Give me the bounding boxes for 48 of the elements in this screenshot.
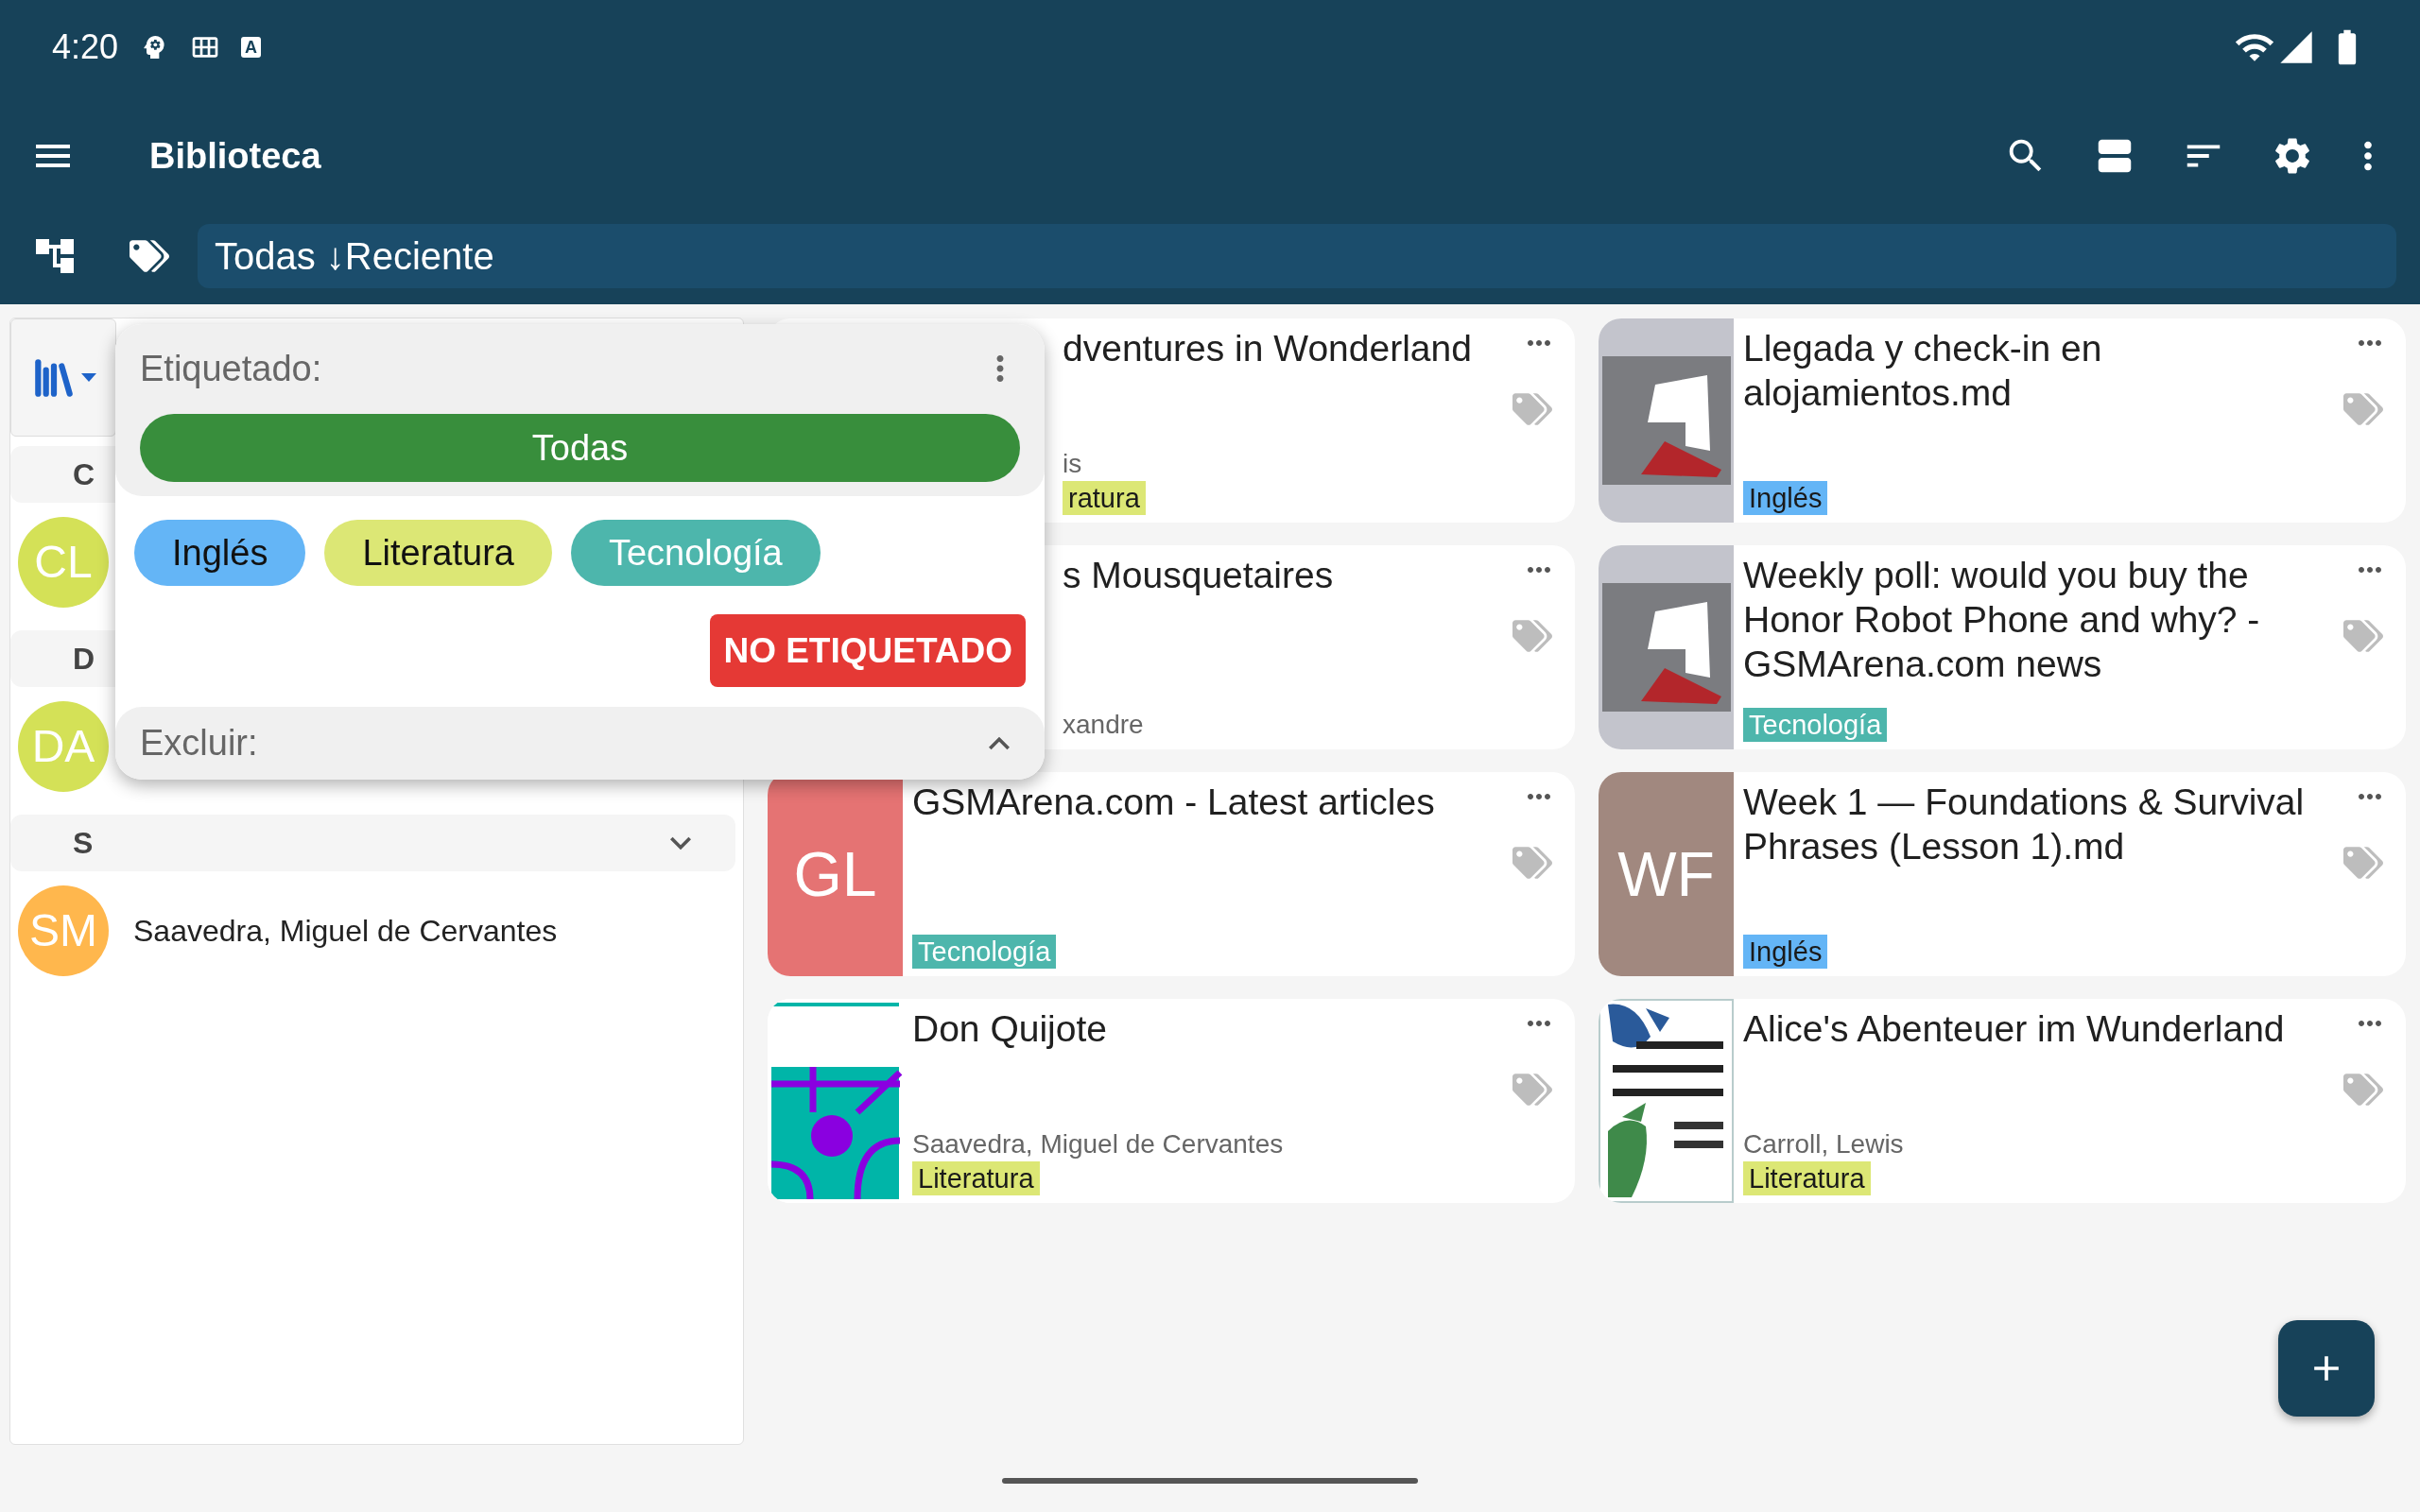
book-author: Saavedra, Miguel de Cervantes: [912, 1128, 1285, 1160]
section-letter: S: [73, 825, 94, 862]
signal-icon: [2277, 28, 2315, 66]
filter-field[interactable]: Todas ↓Reciente: [198, 224, 2396, 288]
tag-label: Tecnología: [912, 935, 1057, 969]
tag-chip[interactable]: Literatura: [324, 520, 552, 586]
book-title: dventures in Wonderland: [1063, 327, 1473, 370]
book-author: xandre: [1063, 709, 1145, 741]
book-card[interactable]: Llegada y check-in en alojamientos.md Inglés: [1599, 318, 2406, 523]
section-letter: D: [73, 641, 95, 678]
book-title: s Mousquetaires: [1063, 554, 1335, 597]
untagged-button[interactable]: NO ETIQUETADO: [710, 614, 1026, 687]
section-letter: C: [73, 456, 95, 493]
keyboard-badge: A: [241, 37, 262, 58]
tag-chip[interactable]: Inglés: [134, 520, 306, 586]
book-card[interactable]: Weekly poll: would you buy the Honor Robot Phone and why? - GSMArena.com news Tecnología: [1599, 545, 2406, 749]
app-title: Biblioteca: [149, 134, 321, 178]
section-header[interactable]: S: [10, 815, 735, 871]
tag-label: Literatura: [912, 1161, 1040, 1195]
exclude-label: Excluir:: [140, 722, 259, 765]
status-time: 4:20: [52, 26, 119, 68]
book-author: is: [1063, 448, 1083, 480]
tag-label: Literatura: [1743, 1161, 1871, 1195]
author-avatar: DA: [18, 700, 109, 792]
book-card[interactable]: Alice's Abenteuer im Wunderland Carroll, Lewis Literatura: [1599, 999, 2406, 1203]
author-name[interactable]: Saavedra, Miguel de Cervantes: [133, 907, 558, 954]
author-avatar: CL: [18, 516, 109, 608]
book-title: Llegada y check-in en alojamientos.md: [1743, 327, 2103, 415]
exclude-section[interactable]: Excluir:: [115, 707, 1045, 780]
author-avatar: SM: [18, 885, 109, 976]
library-tab[interactable]: [10, 318, 116, 437]
tag-label: Inglés: [1743, 481, 1828, 515]
book-title: Alice's Abenteuer im Wunderland: [1743, 1007, 2286, 1051]
popup-title: Etiquetado:: [140, 347, 323, 390]
tag-label: Tecnología: [1743, 708, 1888, 742]
book-title: Don Quijote: [912, 1007, 1108, 1051]
tag-label: ratura: [1063, 481, 1146, 515]
caret-icon: [81, 373, 96, 382]
cover-initials: WF: [1599, 772, 1734, 976]
add-button[interactable]: [2278, 1320, 2375, 1417]
book-title: Week 1 — Foundations & Survival Phrases (Lesson 1).md: [1743, 781, 2306, 868]
book-author: Carroll, Lewis: [1743, 1128, 1905, 1160]
book-title: GSMArena.com - Latest articles: [912, 781, 1436, 824]
book-card[interactable]: WF Week 1 — Foundations & Survival Phrases (Lesson 1).md Inglés: [1599, 772, 2406, 976]
tag-label: Inglés: [1743, 935, 1828, 969]
book-card[interactable]: GL GSMArena.com - Latest articles Tecnología: [768, 772, 1575, 976]
book-title: Weekly poll: would you buy the Honor Robot Phone and why? - GSMArena.com news: [1743, 554, 2261, 686]
all-tags-button[interactable]: Todas: [140, 414, 1020, 482]
